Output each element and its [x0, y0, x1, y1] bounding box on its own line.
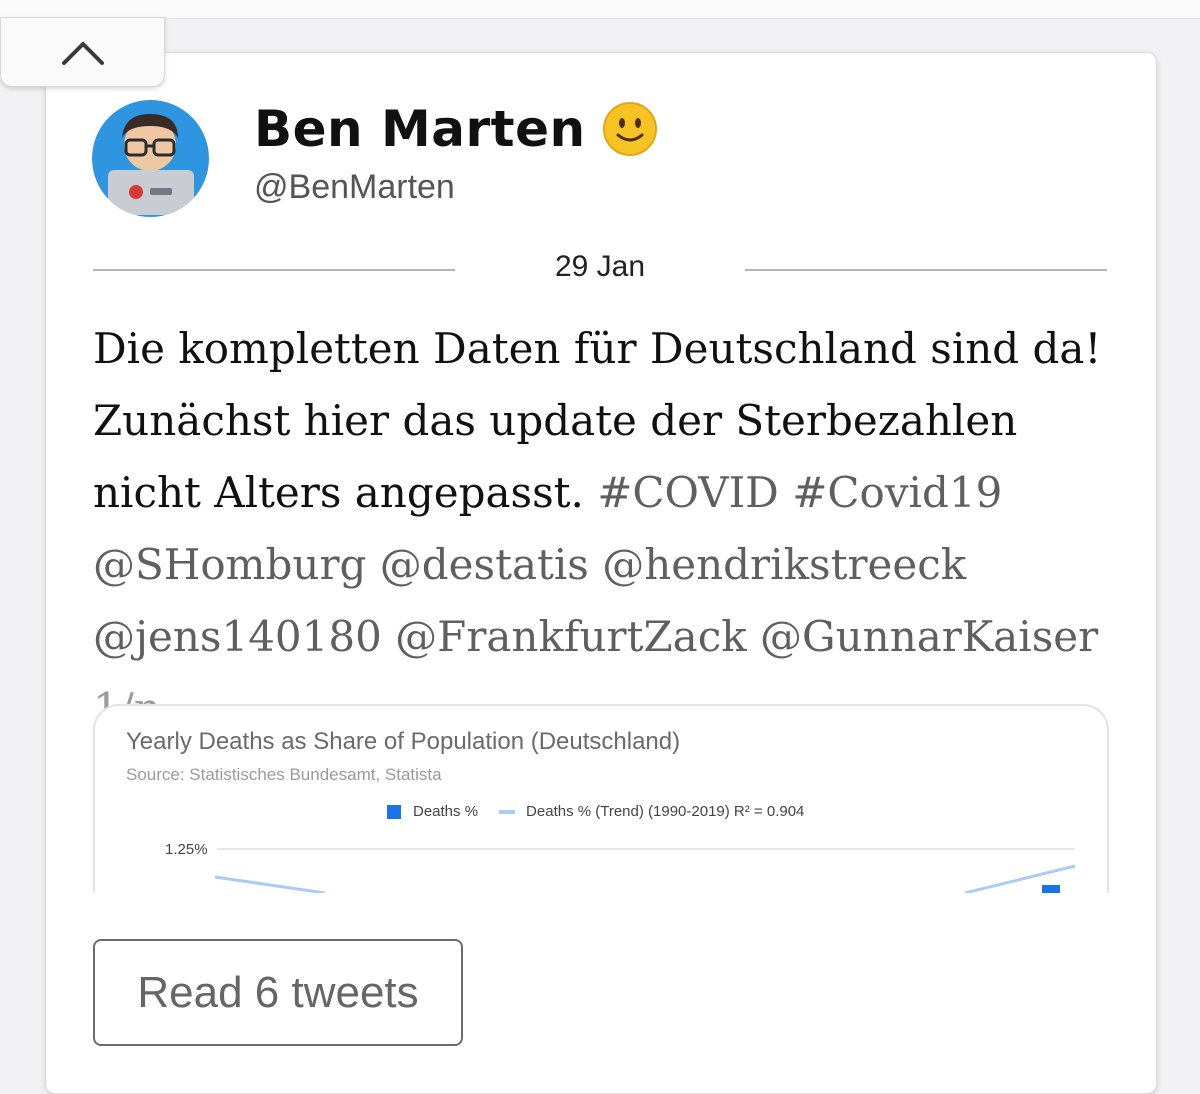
avatar[interactable]: [92, 100, 209, 217]
divider-right: [745, 269, 1107, 271]
chart-bar: [1042, 885, 1060, 893]
user-name-row: Ben Marten: [254, 100, 658, 158]
tweet-date: 29 Jan: [554, 250, 646, 283]
mention-gunnarkaiser[interactable]: @GunnarKaiser: [760, 612, 1098, 661]
chart-plot: [214, 848, 1076, 893]
chart-image[interactable]: Yearly Deaths as Share of Population (De…: [93, 704, 1109, 893]
date-divider: 29 Jan: [93, 250, 1107, 290]
user-name[interactable]: Ben Marten: [254, 100, 586, 158]
slightly-smiling-face-icon: [602, 102, 657, 156]
trend-line: [214, 875, 326, 893]
user-handle[interactable]: @BenMarten: [254, 168, 455, 207]
hashtag-covid19[interactable]: #Covid19: [792, 468, 1002, 517]
mention-frankfurtzack[interactable]: @FrankfurtZack: [395, 612, 747, 661]
hashtag-covid[interactable]: #COVID: [597, 468, 779, 517]
chevron-up-icon: [61, 42, 104, 65]
collapse-button[interactable]: [0, 17, 165, 87]
mention-hendrikstreeck[interactable]: @hendrikstreeck: [602, 540, 966, 589]
mention-shomburg[interactable]: @SHomburg: [93, 540, 366, 589]
tweet-text: Die kompletten Daten für Deutschland sin…: [93, 313, 1123, 745]
read-tweets-button[interactable]: Read 6 tweets: [93, 939, 463, 1046]
mention-destatis[interactable]: @destatis: [380, 540, 589, 589]
top-bar: [0, 0, 1200, 19]
mention-jens140180[interactable]: @jens140180: [93, 612, 382, 661]
